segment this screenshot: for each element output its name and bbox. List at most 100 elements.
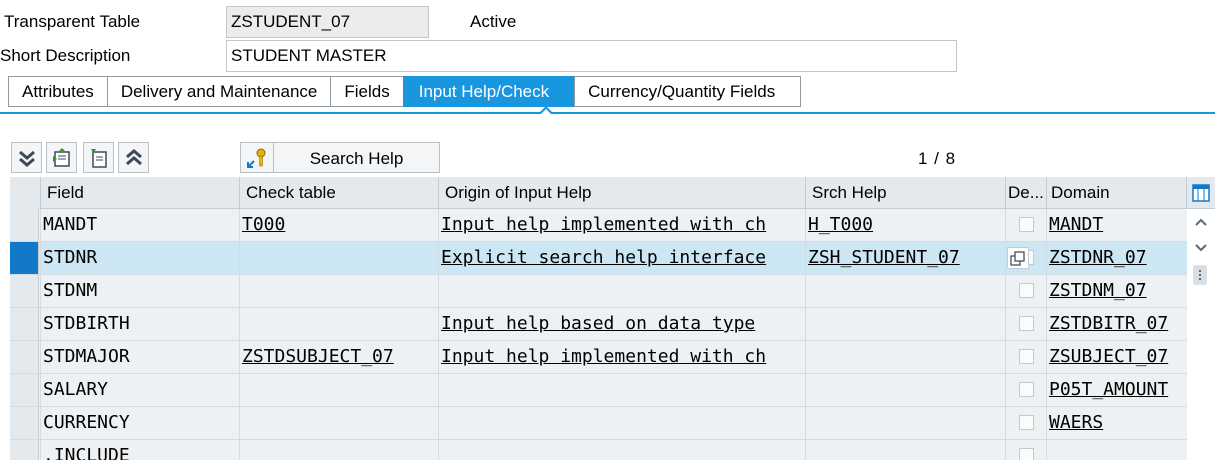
- table-row[interactable]: STDBIRTH Input help based on data type ZST…: [10, 308, 1215, 341]
- de-checkbox[interactable]: [1019, 415, 1034, 430]
- cell-domain[interactable]: ZSTDBITR_07: [1046, 308, 1186, 340]
- column-header-field[interactable]: Field: [40, 177, 239, 209]
- cell-field[interactable]: STDMAJOR: [40, 341, 239, 373]
- vertical-scrollbar[interactable]: [1187, 209, 1215, 460]
- search-help-button[interactable]: Search Help: [274, 142, 440, 173]
- cell-srch-help[interactable]: [805, 275, 1005, 307]
- table-row[interactable]: STDMAJOR ZSTDSUBJECT_07 Input help impleme…: [10, 341, 1215, 374]
- tab-currency-quantity-fields[interactable]: Currency/Quantity Fields: [574, 76, 802, 107]
- cell-domain[interactable]: WAERS: [1046, 407, 1186, 439]
- expand-all-button[interactable]: [11, 142, 42, 173]
- cell-origin[interactable]: [438, 275, 805, 307]
- table-row[interactable]: .INCLUDE: [10, 440, 1215, 460]
- cell-origin-text[interactable]: Input help implemented with ch: [441, 214, 766, 235]
- row-selector[interactable]: [10, 242, 39, 274]
- cell-domain[interactable]: ZSTDNR_07: [1046, 242, 1186, 274]
- cell-domain[interactable]: ZSTDNM_07: [1046, 275, 1186, 307]
- search-help-key-button[interactable]: [240, 142, 274, 173]
- cell-origin[interactable]: [438, 440, 805, 460]
- cell-srch-help-text[interactable]: ZSH_STUDENT_07: [808, 247, 960, 268]
- de-checkbox[interactable]: [1019, 217, 1034, 232]
- insert-row-button[interactable]: [46, 142, 77, 173]
- cell-srch-help[interactable]: [805, 407, 1005, 439]
- cell-check-table[interactable]: [239, 440, 438, 460]
- cell-field[interactable]: MANDT: [40, 209, 239, 241]
- scroll-up-icon[interactable]: [1195, 217, 1207, 227]
- de-checkbox[interactable]: [1019, 316, 1034, 331]
- cell-field[interactable]: STDBIRTH: [40, 308, 239, 340]
- row-selector[interactable]: [10, 209, 39, 241]
- short-desc-field[interactable]: STUDENT MASTER: [226, 40, 957, 72]
- column-header-domain[interactable]: Domain: [1046, 177, 1186, 209]
- cell-srch-help[interactable]: [805, 341, 1005, 373]
- cell-domain-text[interactable]: MANDT: [1049, 214, 1103, 235]
- table-row[interactable]: CURRENCY WAERS: [10, 407, 1215, 440]
- row-selector[interactable]: [10, 440, 39, 460]
- cell-origin[interactable]: Input help based on data type: [438, 308, 805, 340]
- cell-field[interactable]: SALARY: [40, 374, 239, 406]
- row-selector[interactable]: [10, 374, 39, 406]
- cell-origin[interactable]: Input help implemented with ch: [438, 209, 805, 241]
- column-header-de[interactable]: De...: [1005, 177, 1046, 209]
- tab-attributes[interactable]: Attributes: [8, 76, 107, 107]
- column-header-origin[interactable]: Origin of Input Help: [438, 177, 805, 209]
- row-selector[interactable]: [10, 341, 39, 373]
- cell-domain-text[interactable]: ZSTDNR_07: [1049, 247, 1147, 268]
- cell-domain[interactable]: [1046, 440, 1186, 460]
- cell-srch-help[interactable]: [805, 308, 1005, 340]
- cell-check-table[interactable]: [239, 275, 438, 307]
- tab-fields[interactable]: Fields: [330, 76, 403, 107]
- cell-srch-help[interactable]: [805, 440, 1005, 460]
- cell-check-table[interactable]: [239, 308, 438, 340]
- column-settings-button[interactable]: [1186, 177, 1215, 209]
- row-selector[interactable]: [10, 308, 39, 340]
- de-checkbox[interactable]: [1019, 448, 1034, 460]
- de-checkbox[interactable]: [1019, 349, 1034, 364]
- cell-origin[interactable]: Explicit search help interface: [438, 242, 805, 274]
- cell-origin-text[interactable]: Input help based on data type: [441, 313, 755, 334]
- cell-srch-help[interactable]: ZSH_STUDENT_07: [804, 240, 1029, 274]
- cell-origin[interactable]: [438, 407, 805, 439]
- collapse-all-button[interactable]: [118, 142, 149, 173]
- de-checkbox[interactable]: [1019, 283, 1034, 298]
- tab-input-help-check[interactable]: Input Help/Check: [402, 76, 575, 107]
- cell-srch-help[interactable]: [805, 374, 1005, 406]
- cell-domain[interactable]: P05T_AMOUNT: [1046, 374, 1186, 406]
- cell-origin-text[interactable]: Input help implemented with ch: [441, 346, 766, 367]
- cell-domain-text[interactable]: ZSUBJECT_07: [1049, 346, 1168, 367]
- cell-check-table-text[interactable]: T000: [242, 214, 285, 235]
- cell-field[interactable]: STDNR: [40, 242, 239, 274]
- cell-domain[interactable]: MANDT: [1046, 209, 1186, 241]
- cell-field[interactable]: .INCLUDE: [40, 440, 239, 460]
- table-row[interactable]: SALARY P05T_AMOUNT: [10, 374, 1215, 407]
- cell-domain-text[interactable]: ZSTDNM_07: [1049, 280, 1147, 301]
- cell-domain-text[interactable]: ZSTDBITR_07: [1049, 313, 1168, 334]
- cell-origin[interactable]: [438, 374, 805, 406]
- cell-srch-help[interactable]: H_T000: [805, 209, 1005, 241]
- de-checkbox[interactable]: [1019, 382, 1034, 397]
- row-selector[interactable]: [10, 407, 39, 439]
- table-row[interactable]: MANDT T000 Input help implemented with ch H…: [10, 209, 1215, 242]
- cell-origin-text[interactable]: Explicit search help interface: [441, 247, 766, 268]
- column-header-srch-help[interactable]: Srch Help: [805, 177, 1005, 209]
- cell-check-table[interactable]: [239, 374, 438, 406]
- value-help-button[interactable]: [1007, 247, 1029, 269]
- column-header-check-table[interactable]: Check table: [239, 177, 438, 209]
- delete-row-button[interactable]: [83, 142, 114, 173]
- cell-check-table[interactable]: T000: [239, 209, 438, 241]
- table-row[interactable]: STDNM ZSTDNM_07: [10, 275, 1215, 308]
- cell-check-table[interactable]: ZSTDSUBJECT_07: [239, 341, 438, 373]
- select-all-corner[interactable]: [10, 177, 40, 209]
- row-selector[interactable]: [10, 275, 39, 307]
- cell-check-table-text[interactable]: ZSTDSUBJECT_07: [242, 346, 394, 367]
- cell-field[interactable]: STDNM: [40, 275, 239, 307]
- cell-origin[interactable]: Input help implemented with ch: [438, 341, 805, 373]
- cell-check-table[interactable]: [239, 407, 438, 439]
- cell-check-table[interactable]: [239, 242, 438, 274]
- scroll-thumb[interactable]: [1193, 265, 1207, 285]
- table-name-field[interactable]: ZSTUDENT_07: [226, 6, 429, 38]
- cell-domain[interactable]: ZSUBJECT_07: [1046, 341, 1186, 373]
- cell-field[interactable]: CURRENCY: [40, 407, 239, 439]
- cell-srch-help-text[interactable]: H_T000: [808, 214, 873, 235]
- table-row[interactable]: STDNR Explicit search help interface ZSH_S…: [10, 240, 1215, 275]
